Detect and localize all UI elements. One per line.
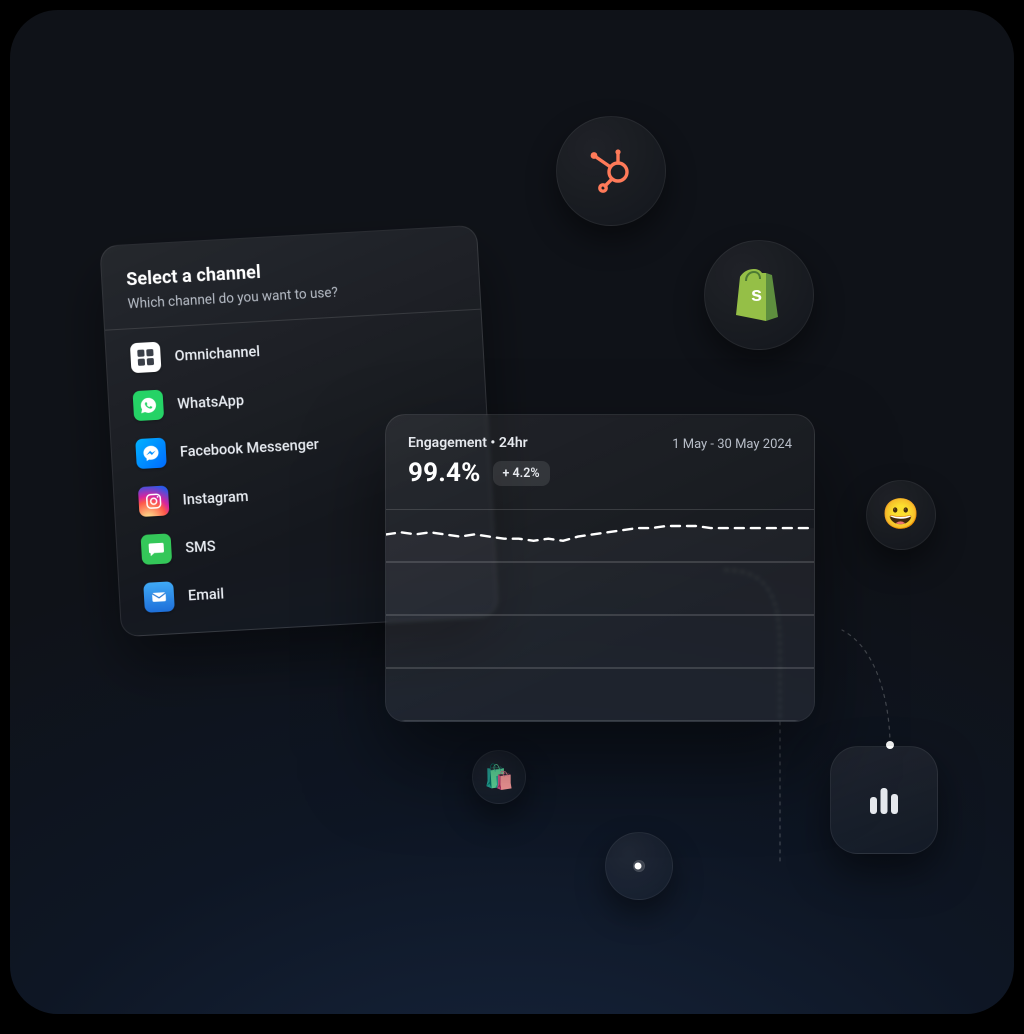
analytics-chip[interactable]: [830, 746, 938, 854]
engagement-delta: + 4.2%: [493, 461, 550, 486]
channel-label: WhatsApp: [177, 392, 245, 413]
whatsapp-icon: [133, 390, 165, 422]
hubspot-icon: [586, 146, 636, 196]
smile-emoji-icon: 😀: [882, 500, 919, 530]
grid-icon: [130, 342, 162, 374]
engagement-card: Engagement • 24hr 1 May - 30 May 2024 99…: [385, 414, 815, 722]
svg-text:s: s: [751, 284, 762, 306]
shopify-icon: s: [732, 265, 786, 325]
sms-icon: [141, 533, 173, 565]
messenger-icon: [135, 437, 167, 469]
bags-emoji-icon: 🛍️: [484, 765, 514, 789]
integration-chip-shopify[interactable]: s: [704, 240, 814, 350]
engagement-value: 99.4%: [408, 458, 481, 488]
stage: s 😀 🛍️ Select a channel Which channel do…: [10, 10, 1014, 1014]
integration-chip-hubspot[interactable]: [556, 116, 666, 226]
channel-label: Omnichannel: [174, 343, 260, 365]
channel-label: Instagram: [182, 487, 249, 508]
channel-label: Facebook Messenger: [179, 435, 319, 460]
engagement-chart: [386, 509, 814, 721]
channel-item-omnichannel[interactable]: Omnichannel: [130, 325, 459, 373]
emoji-chip-bags[interactable]: 🛍️: [472, 750, 526, 804]
email-icon: [143, 581, 175, 613]
emoji-chip-smile[interactable]: 😀: [866, 480, 936, 550]
channel-label: Email: [188, 585, 225, 604]
instagram-icon: [138, 485, 170, 517]
bar-chart-icon: [864, 780, 904, 820]
engagement-title: Engagement • 24hr: [408, 435, 528, 451]
empty-chip: [605, 832, 673, 900]
channel-label: SMS: [185, 537, 216, 556]
engagement-range: 1 May - 30 May 2024: [672, 435, 792, 452]
